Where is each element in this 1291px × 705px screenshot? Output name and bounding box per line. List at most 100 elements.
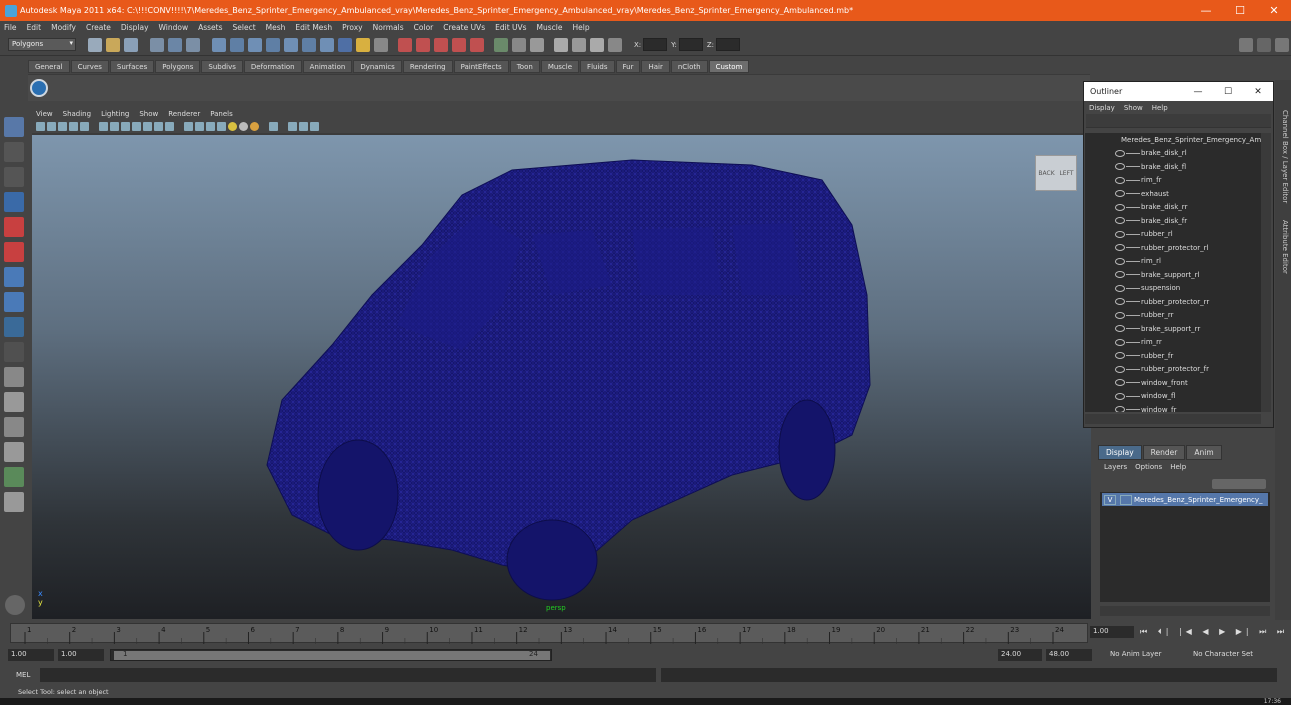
outliner-item[interactable]: brake_disk_fl (1085, 160, 1261, 174)
persp-graph-hypergraph-layout-icon[interactable] (4, 467, 24, 487)
viewport-scene[interactable]: BACK LEFT x y persp (32, 135, 1091, 619)
playback-controls[interactable]: ⏮ ⏴| |◀ ◀ ▶ ▶| ⏭ ⏭ (1140, 627, 1288, 637)
film-gate-icon[interactable] (80, 121, 89, 131)
isolate-select-icon[interactable] (184, 121, 193, 131)
tab-deformation[interactable]: Deformation (243, 60, 302, 73)
rotate-tool-icon[interactable] (4, 217, 24, 237)
layer-menu-options[interactable]: Options (1135, 463, 1162, 471)
menu-help[interactable]: Help (573, 23, 590, 32)
shaded-bounding-box-icon[interactable] (288, 121, 297, 131)
select-deformers-icon[interactable] (284, 37, 298, 52)
viewport-menu-shading[interactable]: Shading (63, 110, 91, 118)
image-plane-icon[interactable] (58, 121, 67, 131)
outliner-item[interactable]: brake_disk_rr (1085, 201, 1261, 215)
viewport-menu-view[interactable]: View (36, 110, 53, 118)
show-manipulator-icon[interactable] (4, 317, 24, 337)
outliner-item[interactable]: rim_rr (1085, 336, 1261, 350)
time-ruler[interactable]: 1 2 3 4 5 6 7 8 9 10 11 12 13 14 15 16 17 18 19 20 21 22 23 24 (10, 623, 1088, 644)
layer-type-toggle[interactable] (1120, 494, 1132, 505)
tab-custom[interactable]: Custom (708, 60, 750, 73)
input-mode-icon[interactable] (608, 37, 622, 52)
outliner-item[interactable]: brake_support_rr (1085, 322, 1261, 336)
outliner-root-node[interactable]: Meredes_Benz_Sprinter_Emergency_Am (1085, 133, 1261, 147)
textured-icon[interactable] (132, 121, 141, 131)
render-settings-icon[interactable] (572, 37, 586, 52)
outliner-item[interactable]: window_fl (1085, 390, 1261, 404)
tab-surfaces[interactable]: Surfaces (109, 60, 155, 73)
tab-polygons[interactable]: Polygons (155, 60, 201, 73)
paint-select-tool-icon[interactable] (4, 167, 24, 187)
character-set-dropdown[interactable]: No Character Set (1193, 650, 1253, 658)
new-layer-icon[interactable] (1212, 479, 1266, 489)
menu-edit-uvs[interactable]: Edit UVs (495, 23, 526, 32)
select-curves-icon[interactable] (248, 37, 262, 52)
tab-animation[interactable]: Animation (302, 60, 353, 73)
default-light-icon[interactable] (228, 121, 237, 131)
single-perspective-layout-icon[interactable] (4, 367, 24, 387)
outliner-item[interactable]: window_front (1085, 376, 1261, 390)
menu-proxy[interactable]: Proxy (342, 23, 363, 32)
outliner-minimize-button[interactable]: — (1183, 87, 1213, 97)
smooth-shade-icon[interactable] (110, 121, 119, 131)
menu-assets[interactable]: Assets (198, 23, 222, 32)
snap-point-icon[interactable] (434, 37, 448, 52)
use-all-lights-icon[interactable] (143, 121, 152, 131)
outliner-menu-display[interactable]: Display (1089, 104, 1115, 112)
menu-file[interactable]: File (4, 23, 17, 32)
scale-tool-icon[interactable] (4, 242, 24, 262)
outliner-menu-help[interactable]: Help (1152, 104, 1168, 112)
menu-muscle[interactable]: Muscle (537, 23, 563, 32)
four-view-layout-icon[interactable] (4, 392, 24, 412)
show-hide-tool-settings-icon[interactable] (1257, 37, 1271, 52)
selection-highlighting-icon[interactable] (310, 121, 319, 131)
grid-toggle-icon[interactable] (69, 121, 78, 131)
outliner-item[interactable]: rim_fr (1085, 174, 1261, 188)
range-slider-knob[interactable] (114, 651, 550, 660)
x-field[interactable] (643, 38, 668, 51)
tab-curves[interactable]: Curves (70, 60, 109, 73)
xray-icon[interactable] (165, 121, 174, 131)
history-icon[interactable] (494, 37, 508, 52)
snap-curve-icon[interactable] (416, 37, 430, 52)
select-surfaces-icon[interactable] (266, 37, 280, 52)
menu-create-uvs[interactable]: Create UVs (443, 23, 485, 32)
select-hierarchy-icon[interactable] (150, 37, 164, 52)
outliner-item[interactable]: exhaust (1085, 187, 1261, 201)
wireframe-icon[interactable] (99, 121, 108, 131)
outliner-item[interactable]: window_fr (1085, 403, 1261, 412)
z-field[interactable] (716, 38, 741, 51)
tab-general[interactable]: General (28, 60, 70, 73)
bookmarks-icon[interactable] (47, 121, 56, 131)
render-view-icon[interactable] (512, 37, 526, 52)
resolution-gate-icon[interactable] (269, 121, 278, 131)
layer-row[interactable]: V Meredes_Benz_Sprinter_Emergency_ (1102, 493, 1268, 506)
high-quality-icon[interactable] (206, 121, 215, 131)
outliner-item[interactable]: rubber_protector_fr (1085, 363, 1261, 377)
outliner-item[interactable]: rubber_protector_rl (1085, 241, 1261, 255)
menu-create[interactable]: Create (86, 23, 111, 32)
select-misc-icon[interactable] (338, 37, 352, 52)
hypershade-persp-layout-icon[interactable] (4, 492, 24, 512)
tab-fluids[interactable]: Fluids (580, 60, 615, 73)
menu-edit-mesh[interactable]: Edit Mesh (295, 23, 332, 32)
viewcube-left[interactable]: LEFT (1059, 170, 1073, 177)
outliner-item[interactable]: brake_disk_fr (1085, 214, 1261, 228)
viewport-menu-lighting[interactable]: Lighting (101, 110, 129, 118)
outliner-item[interactable]: rubber_rl (1085, 228, 1261, 242)
outliner-horizontal-scrollbar[interactable] (1085, 414, 1261, 424)
tab-fur[interactable]: Fur (615, 60, 641, 73)
menu-display[interactable]: Display (121, 23, 149, 32)
layer-visibility-toggle[interactable]: V (1104, 494, 1116, 505)
tab-muscle[interactable]: Muscle (540, 60, 580, 73)
select-rendering-icon[interactable] (320, 37, 334, 52)
tab-dynamics[interactable]: Dynamics (353, 60, 402, 73)
select-dynamics-icon[interactable] (302, 37, 316, 52)
soft-mod-tool-icon[interactable] (4, 292, 24, 312)
check-shelf-icon[interactable] (30, 79, 48, 97)
menu-modify[interactable]: Modify (51, 23, 76, 32)
persp-graph-layout-icon[interactable] (4, 442, 24, 462)
select-tool-icon[interactable] (4, 117, 24, 137)
maximize-button[interactable]: ☐ (1223, 4, 1257, 17)
highlight-selection-icon[interactable] (374, 37, 388, 52)
menu-color[interactable]: Color (414, 23, 434, 32)
